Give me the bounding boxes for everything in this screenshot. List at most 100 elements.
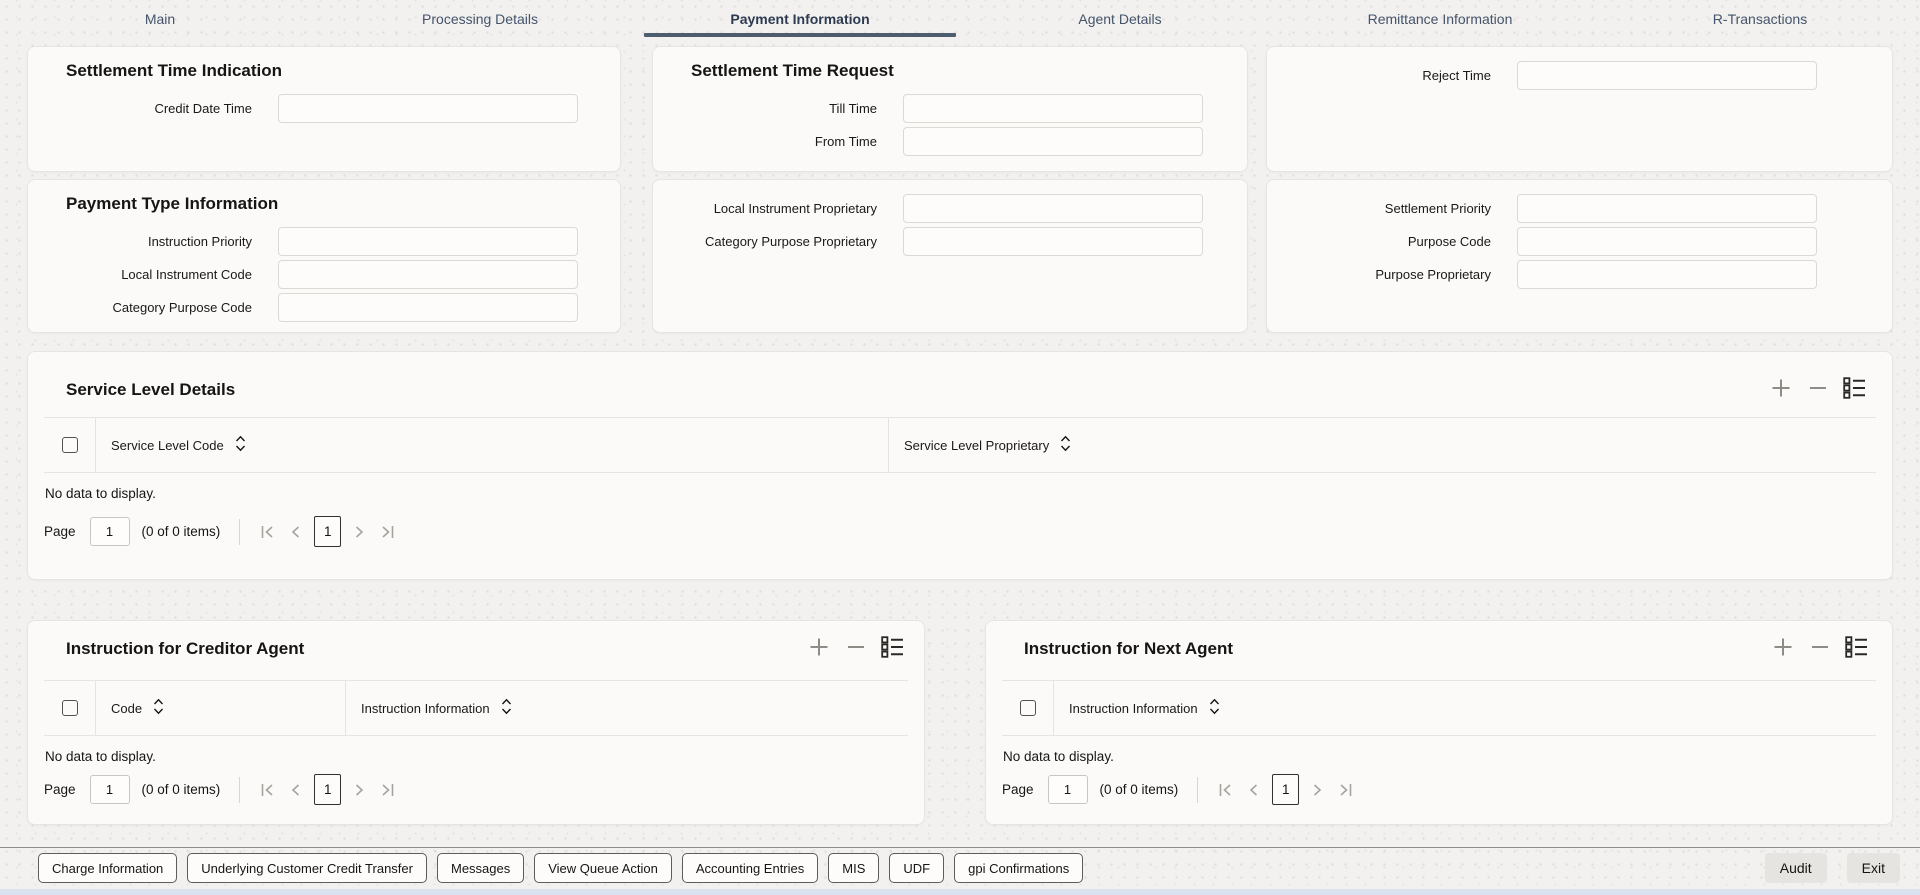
remove-row-button[interactable] — [1809, 635, 1831, 662]
column-label: Service Level Proprietary — [904, 437, 1050, 453]
tab-main[interactable]: Main — [0, 0, 320, 38]
tab-label: Payment Information — [730, 11, 870, 27]
creditor-agent-pagination: Page (0 of 0 items) 1 — [44, 774, 924, 805]
column-header-service-level-proprietary[interactable]: Service Level Proprietary — [889, 418, 1876, 472]
current-page-button[interactable]: 1 — [314, 516, 342, 547]
last-page-icon[interactable] — [379, 524, 396, 540]
remove-row-button[interactable] — [845, 635, 867, 662]
reject-time-panel: Reject Time — [1266, 46, 1893, 172]
tab-processing-details[interactable]: Processing Details — [320, 0, 640, 38]
reject-time-input[interactable] — [1517, 61, 1817, 90]
underlying-customer-credit-transfer-button[interactable]: Underlying Customer Credit Transfer — [187, 853, 427, 883]
sort-icon[interactable] — [501, 698, 512, 718]
column-label: Code — [111, 700, 143, 716]
detail-view-icon — [881, 636, 904, 661]
tab-payment-information[interactable]: Payment Information — [640, 0, 960, 38]
current-page-button[interactable]: 1 — [314, 774, 342, 805]
empty-table-message: No data to display. — [45, 749, 156, 764]
creditor-agent-table-header: Code Instruction Information — [44, 680, 908, 736]
charge-information-button[interactable]: Charge Information — [38, 853, 178, 883]
till-time-input[interactable] — [903, 94, 1203, 123]
page-number-input[interactable] — [89, 517, 130, 546]
detail-view-icon — [1845, 636, 1868, 661]
current-page-button[interactable]: 1 — [1272, 774, 1300, 805]
last-page-icon[interactable] — [1337, 782, 1354, 798]
column-header-instruction-information[interactable]: Instruction Information — [346, 681, 908, 735]
tab-agent-details[interactable]: Agent Details — [960, 0, 1280, 38]
first-page-icon[interactable] — [259, 524, 276, 540]
local-instrument-code-label: Local Instrument Code — [121, 267, 252, 282]
first-page-icon[interactable] — [259, 782, 276, 798]
from-time-label: From Time — [814, 134, 877, 149]
tab-label: Main — [144, 11, 176, 27]
udf-button[interactable]: UDF — [889, 853, 945, 883]
audit-button[interactable]: Audit — [1764, 853, 1827, 883]
instruction-for-next-agent-panel: Instruction for Next Agent Instruction I… — [985, 620, 1893, 825]
settlement-priority-label: Settlement Priority — [1384, 201, 1491, 216]
from-time-input[interactable] — [903, 127, 1203, 156]
previous-page-icon[interactable] — [289, 782, 301, 798]
local-instrument-proprietary-input[interactable] — [903, 194, 1203, 223]
settlement-priority-input[interactable] — [1517, 194, 1817, 223]
settlement-time-request-panel: Settlement Time Request Till Time From T… — [652, 46, 1248, 172]
last-page-icon[interactable] — [379, 782, 396, 798]
purpose-proprietary-input[interactable] — [1517, 260, 1817, 289]
section-title: Instruction for Creditor Agent — [66, 638, 305, 658]
category-purpose-code-label: Category Purpose Code — [112, 300, 252, 315]
detail-view-icon — [1843, 377, 1866, 402]
plus-icon — [1771, 635, 1795, 662]
remove-row-button[interactable] — [1807, 376, 1829, 403]
section-title: Instruction for Next Agent — [1024, 638, 1234, 658]
page-label: Page — [1002, 782, 1034, 797]
empty-table-message: No data to display. — [1003, 749, 1114, 764]
sort-icon[interactable] — [1209, 698, 1220, 718]
add-row-button[interactable] — [807, 635, 831, 662]
column-label: Service Level Code — [111, 437, 224, 453]
next-page-icon[interactable] — [354, 782, 366, 798]
sort-icon[interactable] — [235, 435, 246, 455]
local-instrument-code-input[interactable] — [278, 260, 578, 289]
plus-icon — [807, 635, 831, 662]
page-number-input[interactable] — [89, 775, 130, 804]
mis-button[interactable]: MIS — [828, 853, 880, 883]
tab-remittance-information[interactable]: Remittance Information — [1280, 0, 1600, 38]
minus-icon — [1809, 635, 1831, 662]
messages-button[interactable]: Messages — [436, 853, 525, 883]
accounting-entries-button[interactable]: Accounting Entries — [681, 853, 819, 883]
view-queue-action-button[interactable]: View Queue Action — [534, 853, 672, 883]
sort-icon[interactable] — [153, 698, 164, 718]
previous-page-icon[interactable] — [1247, 782, 1259, 798]
service-level-pagination: Page (0 of 0 items) 1 — [44, 516, 1892, 547]
next-agent-table-header: Instruction Information — [1002, 680, 1876, 736]
credit-date-time-input[interactable] — [278, 94, 578, 123]
purpose-code-input[interactable] — [1517, 227, 1817, 256]
category-purpose-code-input[interactable] — [278, 293, 578, 322]
tab-r-transactions[interactable]: R-Transactions — [1600, 0, 1920, 38]
section-title: Service Level Details — [66, 379, 236, 399]
payment-type-information-panel: Payment Type Information Instruction Pri… — [27, 179, 621, 333]
next-page-icon[interactable] — [1312, 782, 1324, 798]
detail-view-button[interactable] — [1845, 636, 1868, 661]
select-all-checkbox[interactable] — [61, 700, 78, 716]
instruction-priority-input[interactable] — [278, 227, 578, 256]
add-row-button[interactable] — [1771, 635, 1795, 662]
purpose-code-label: Purpose Code — [1407, 234, 1491, 249]
gpi-confirmations-button[interactable]: gpi Confirmations — [954, 853, 1084, 883]
select-all-checkbox[interactable] — [1019, 700, 1036, 716]
next-page-icon[interactable] — [354, 524, 366, 540]
select-all-checkbox[interactable] — [61, 437, 78, 453]
page-number-input[interactable] — [1047, 775, 1088, 804]
detail-view-button[interactable] — [881, 636, 904, 661]
column-header-service-level-code[interactable]: Service Level Code — [96, 418, 889, 472]
column-header-instruction-information[interactable]: Instruction Information — [1054, 681, 1876, 735]
sort-icon[interactable] — [1060, 435, 1071, 455]
exit-button[interactable]: Exit — [1846, 853, 1900, 883]
column-header-code[interactable]: Code — [96, 681, 346, 735]
next-agent-toolbar — [1771, 635, 1868, 662]
pagination-divider — [1197, 776, 1199, 803]
previous-page-icon[interactable] — [289, 524, 301, 540]
first-page-icon[interactable] — [1217, 782, 1234, 798]
add-row-button[interactable] — [1769, 376, 1793, 403]
detail-view-button[interactable] — [1843, 377, 1866, 402]
category-purpose-proprietary-input[interactable] — [903, 227, 1203, 256]
